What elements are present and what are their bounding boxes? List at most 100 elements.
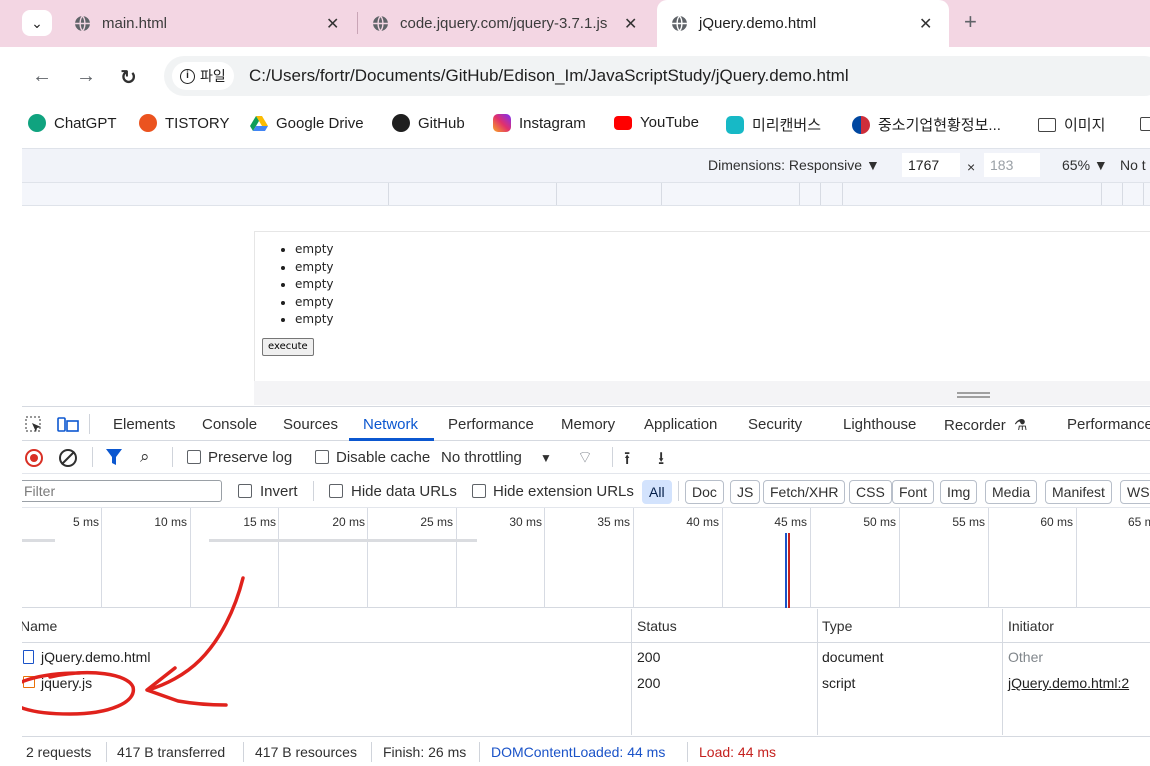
address-bar[interactable]: i 파일 C:/Users/fortr/Documents/GitHub/Edi… [164, 56, 1150, 96]
throttle-dropdown[interactable]: No t [1120, 157, 1146, 173]
bookmark-label: TISTORY [165, 114, 230, 132]
caret-down-icon: ▼ [540, 451, 552, 465]
tab-jquery-demo[interactable]: jQuery.demo.html ✕ [657, 0, 949, 47]
filter-all[interactable]: All [642, 480, 672, 504]
bookmark-smes-info[interactable]: 중소기업현황정보... [852, 114, 1001, 135]
zoom-dropdown[interactable]: 65% ▼ [1062, 157, 1108, 173]
bookmark-instagram[interactable]: Instagram [493, 114, 586, 132]
timeline-tick: 45 ms [774, 515, 807, 529]
globe-icon [672, 15, 687, 32]
empty-list: empty empty empty empty empty [295, 241, 334, 329]
close-icon[interactable]: ✕ [919, 14, 932, 34]
bookmark-google-drive[interactable]: Google Drive [250, 114, 364, 132]
bookmark-github[interactable]: GitHub [392, 114, 465, 132]
invert-checkbox[interactable] [238, 484, 252, 498]
list-item: empty [295, 276, 334, 294]
hide-extension-urls-checkbox[interactable] [472, 484, 486, 498]
new-tab-button[interactable]: + [964, 9, 977, 35]
tab-lighthouse[interactable]: Lighthouse [843, 416, 916, 433]
tab-sources[interactable]: Sources [283, 416, 338, 433]
column-initiator[interactable]: Initiator [1008, 618, 1054, 634]
disable-cache-label: Disable cache [336, 449, 431, 466]
preserve-log-checkbox[interactable] [187, 450, 201, 464]
tab-label: Recorder [944, 417, 1006, 434]
timeline-tick: 60 ms [1040, 515, 1073, 529]
filter-fetch-xhr[interactable]: Fetch/XHR [763, 480, 846, 504]
width-input[interactable]: 1767 [902, 153, 960, 177]
folder-icon[interactable] [1140, 117, 1150, 131]
filter-doc[interactable]: Doc [685, 480, 724, 504]
record-icon[interactable] [25, 449, 43, 467]
tab-strip: ⌄ main.html ✕ code.jquery.com/jquery-3.7… [0, 0, 1150, 47]
tab-main-html[interactable]: main.html ✕ [60, 0, 356, 47]
bookmark-chatgpt[interactable]: ChatGPT [28, 114, 117, 132]
disable-cache-checkbox[interactable] [315, 450, 329, 464]
filter-ws[interactable]: WS [1120, 480, 1150, 504]
tab-search-button[interactable]: ⌄ [22, 10, 52, 36]
hide-data-urls-checkbox[interactable] [329, 484, 343, 498]
export-har-icon[interactable]: ⭳ [658, 446, 664, 476]
close-icon[interactable]: ✕ [326, 14, 339, 34]
import-har-icon[interactable]: ⭱ [624, 446, 630, 476]
bookmark-folder-images[interactable]: 이미지 [1038, 114, 1105, 135]
filter-icon[interactable] [106, 449, 122, 466]
bookmark-youtube[interactable]: YouTube [614, 114, 699, 131]
transferred-size: 417 B transferred [117, 744, 226, 760]
resize-handle[interactable] [957, 392, 990, 398]
inspect-icon[interactable] [25, 416, 43, 434]
dom-content-loaded-marker [785, 533, 787, 608]
request-initiator: Other [1008, 649, 1044, 665]
device-toolbar: Dimensions: Responsive ▼ 1767 × 183 65% … [22, 148, 1150, 182]
execute-button[interactable]: execute [262, 338, 314, 356]
tab-performance[interactable]: Performance [448, 416, 534, 433]
filter-font[interactable]: Font [892, 480, 935, 504]
tab-jquery-source[interactable]: code.jquery.com/jquery-3.7.1.js ✕ [358, 0, 654, 47]
tab-memory[interactable]: Memory [561, 416, 615, 433]
tab-security[interactable]: Security [748, 416, 802, 433]
column-status[interactable]: Status [637, 618, 677, 634]
invert-label: Invert [260, 483, 298, 500]
close-icon[interactable]: ✕ [624, 14, 637, 34]
tab-network[interactable]: Network [363, 416, 418, 433]
filter-js[interactable]: JS [730, 480, 761, 504]
search-icon[interactable]: ⌕ [140, 447, 150, 467]
tab-recorder[interactable]: Recorder ⚗ [944, 416, 1027, 434]
back-icon[interactable]: ← [32, 65, 52, 88]
bookmark-label: Google Drive [276, 114, 364, 132]
filter-img[interactable]: Img [940, 480, 978, 504]
bookmark-label: 이미지 [1064, 117, 1106, 134]
bookmark-tistory[interactable]: TISTORY [139, 114, 229, 132]
tab-application[interactable]: Application [644, 416, 717, 433]
bookmark-label: Instagram [519, 114, 586, 132]
height-input[interactable]: 183 [984, 153, 1040, 177]
screen: ⌄ main.html ✕ code.jquery.com/jquery-3.7… [0, 0, 1150, 766]
clear-icon[interactable] [59, 449, 77, 467]
timeline-tick: 30 ms [509, 515, 542, 529]
site-info-chip[interactable]: i 파일 [172, 62, 234, 90]
filter-manifest[interactable]: Manifest [1045, 480, 1112, 504]
device-toolbar-icon[interactable] [57, 416, 79, 434]
media-query-bar [22, 182, 1150, 206]
filter-css[interactable]: CSS [849, 480, 892, 504]
url-text[interactable]: C:/Users/fortr/Documents/GitHub/Edison_I… [249, 66, 849, 86]
devtools-tabbar: Elements Console Sources Network Perform… [22, 406, 1150, 441]
request-initiator-link[interactable]: jQuery.demo.html:2 [1008, 675, 1129, 691]
filter-media[interactable]: Media [985, 480, 1038, 504]
reload-icon[interactable]: ↻ [120, 65, 137, 90]
chatgpt-icon [28, 114, 46, 132]
timeline-tick: 5 ms [72, 515, 99, 529]
tab-console[interactable]: Console [202, 416, 257, 433]
bookmark-miricanvas[interactable]: 미리캔버스 [726, 114, 821, 135]
forward-icon[interactable]: → [76, 65, 96, 88]
network-conditions-icon[interactable]: ⌔ [577, 447, 593, 468]
tab-elements[interactable]: Elements [113, 416, 176, 433]
filter-input[interactable]: Filter [18, 480, 222, 502]
page-content: empty empty empty empty empty execute [254, 231, 1150, 381]
column-type[interactable]: Type [822, 618, 852, 634]
dimensions-dropdown[interactable]: Dimensions: Responsive ▼ [708, 157, 880, 173]
bookmarks-bar: ChatGPT TISTORY Google Drive GitHub Inst… [22, 104, 1150, 146]
requests-count: 2 requests [26, 744, 92, 760]
throttling-dropdown[interactable]: No throttling ▼ [441, 449, 552, 466]
globe-icon [75, 15, 90, 32]
tab-performance-insights[interactable]: Performance [1067, 416, 1150, 433]
